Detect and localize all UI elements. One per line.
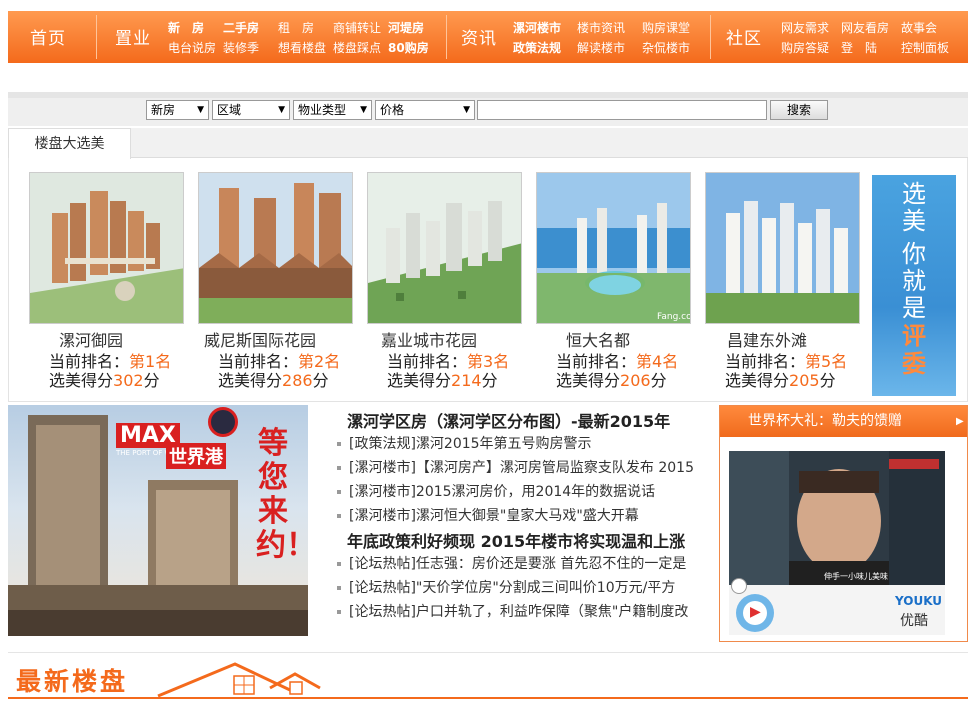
section-divider bbox=[8, 652, 968, 653]
nav-link-visit[interactable]: 楼盘踩点 bbox=[333, 39, 381, 56]
nav-link-new-house[interactable]: 新 房 bbox=[168, 19, 204, 36]
caret-right-icon[interactable]: ▶ bbox=[956, 416, 964, 427]
latest-underline bbox=[8, 697, 968, 699]
nav-link-login[interactable]: 登 陆 bbox=[841, 39, 877, 56]
video-title[interactable]: 世界杯大礼：勒夫的馈赠 bbox=[720, 406, 967, 437]
nav-link-policy[interactable]: 政策法规 bbox=[513, 39, 561, 56]
chevron-down-icon: ▼ bbox=[360, 105, 367, 115]
building-rank-2: 当前排名：第2名 选美得分286分 bbox=[218, 352, 341, 390]
nav-link-class[interactable]: 购房课堂 bbox=[642, 19, 690, 36]
news-item[interactable]: [论坛热帖]任志强：房价还是要涨 首先忍不住的一定是 bbox=[337, 553, 686, 573]
nav-link-radio[interactable]: 电台说房 bbox=[168, 39, 216, 56]
nav-link-analysis[interactable]: 解读楼市 bbox=[577, 39, 625, 56]
house-decoration-icon bbox=[157, 662, 321, 698]
building-rank-1: 当前排名：第1名 选美得分302分 bbox=[49, 352, 172, 390]
globe-icon bbox=[208, 407, 238, 437]
nav-divider bbox=[710, 15, 711, 59]
play-icon: ▶ bbox=[750, 604, 761, 620]
promo-tagline: 等您来约！ bbox=[256, 426, 308, 563]
video-subtitle: 伸手一小味儿美味 bbox=[824, 572, 888, 581]
news-headline-1[interactable]: 漯河学区房（漯河学区分布图）-最新2015年 bbox=[347, 408, 670, 432]
search-input[interactable] bbox=[477, 100, 767, 120]
nav-link-qa[interactable]: 购房答疑 bbox=[781, 39, 829, 56]
building-image-3[interactable] bbox=[367, 172, 522, 324]
video-player[interactable]: 伸手一小味儿美味 bbox=[729, 451, 945, 591]
latest-properties-title: 最新楼盘 bbox=[16, 667, 129, 696]
nav-link-needs[interactable]: 网友需求 bbox=[781, 19, 829, 36]
nav-divider bbox=[96, 15, 97, 59]
news-item[interactable]: [漯河楼市]2015漯河房价，用2014年的数据说话 bbox=[337, 481, 655, 501]
nav-link-rent[interactable]: 租 房 bbox=[278, 19, 314, 36]
news-headline-2[interactable]: 年底政策利好频现 2015年楼市将实现温和上涨 bbox=[347, 528, 685, 552]
news-item[interactable]: [政策法规]漯河2015年第五号购房警示 bbox=[337, 433, 592, 453]
building-image-4[interactable]: Fang.com bbox=[536, 172, 691, 324]
bullet-icon bbox=[337, 514, 341, 518]
promo-brand-cn: 世界港 bbox=[166, 443, 226, 469]
youku-logo: YOUKU bbox=[895, 594, 943, 608]
bullet-icon bbox=[337, 562, 341, 566]
news-item[interactable]: [论坛热帖]户口并轨了，利益咋保障（聚焦"户籍制度改 bbox=[337, 601, 688, 621]
building-rank-5: 当前排名：第5名 选美得分205分 bbox=[725, 352, 848, 390]
building-name-3[interactable]: 嘉业城市花园 bbox=[381, 327, 477, 351]
building-name-5[interactable]: 昌建东外滩 bbox=[727, 327, 807, 351]
nav-link-luohe-market[interactable]: 漯河楼市 bbox=[513, 19, 561, 36]
progress-handle[interactable] bbox=[731, 578, 747, 594]
bullet-icon bbox=[337, 490, 341, 494]
building-rank-3: 当前排名：第3名 选美得分214分 bbox=[387, 352, 510, 390]
nav-property[interactable]: 置业 bbox=[115, 24, 151, 49]
bullet-icon bbox=[337, 466, 341, 470]
nav-home[interactable]: 首页 bbox=[30, 24, 66, 49]
nav-link-second-hand[interactable]: 二手房 bbox=[223, 19, 259, 36]
nav-link-want-see[interactable]: 想看楼盘 bbox=[278, 39, 326, 56]
nav-link-stories[interactable]: 故事会 bbox=[901, 19, 937, 36]
chevron-down-icon: ▼ bbox=[463, 105, 470, 115]
nav-link-shop[interactable]: 商铺转让 bbox=[333, 19, 381, 36]
watermark-text: Fang.com bbox=[657, 312, 691, 322]
building-image-1[interactable] bbox=[29, 172, 184, 324]
bullet-icon bbox=[337, 610, 341, 614]
bullet-icon bbox=[337, 586, 341, 590]
type-select[interactable]: 新房 ▼ bbox=[146, 100, 209, 120]
chevron-down-icon: ▼ bbox=[197, 105, 204, 115]
nav-community[interactable]: 社区 bbox=[726, 24, 762, 49]
nav-link-riverbank[interactable]: 河堤房 bbox=[388, 19, 424, 36]
nav-link-control[interactable]: 控制面板 bbox=[901, 39, 949, 56]
news-item[interactable]: [论坛热帖]"天价学位房"分割成三间叫价10万元/平方 bbox=[337, 577, 675, 597]
area-select[interactable]: 区域 ▼ bbox=[212, 100, 290, 120]
chevron-down-icon: ▼ bbox=[278, 105, 285, 115]
nav-link-viewing[interactable]: 网友看房 bbox=[841, 19, 889, 36]
building-name-1[interactable]: 漯河御园 bbox=[59, 327, 123, 351]
vote-banner[interactable]: 选 美 你 就 是 评 委 bbox=[872, 175, 956, 396]
news-item[interactable]: [漯河楼市]【漯河房产】漯河房管局监察支队发布 2015 bbox=[337, 457, 694, 477]
nav-divider bbox=[446, 15, 447, 59]
property-type-select[interactable]: 物业类型 ▼ bbox=[293, 100, 372, 120]
nav-link-80[interactable]: 80购房 bbox=[388, 39, 429, 56]
building-rank-4: 当前排名：第4名 选美得分206分 bbox=[556, 352, 679, 390]
building-image-5[interactable] bbox=[705, 172, 860, 324]
price-select[interactable]: 价格 ▼ bbox=[375, 100, 475, 120]
tab-beauty-contest[interactable]: 楼盘大选美 bbox=[8, 128, 131, 159]
youku-logo-cn: 优酷 bbox=[900, 613, 928, 629]
building-name-4[interactable]: 恒大名都 bbox=[566, 327, 630, 351]
nav-news[interactable]: 资讯 bbox=[461, 24, 497, 49]
bullet-icon bbox=[337, 442, 341, 446]
selection-tab-bar bbox=[8, 128, 968, 158]
search-button[interactable]: 搜索 bbox=[770, 100, 828, 120]
top-nav: 首页 置业 新 房 二手房 电台说房 装修季 租 房 商铺转让 河堤房 想看楼盘… bbox=[8, 11, 968, 63]
nav-link-decoration[interactable]: 装修季 bbox=[223, 39, 259, 56]
building-image-2[interactable] bbox=[198, 172, 353, 324]
nav-link-market-news[interactable]: 楼市资讯 bbox=[577, 19, 625, 36]
nav-link-talk[interactable]: 杂侃楼市 bbox=[642, 39, 690, 56]
news-item[interactable]: [漯河楼市]漯河恒大御景"皇家大马戏"盛大开幕 bbox=[337, 505, 639, 525]
building-name-2[interactable]: 威尼斯国际花园 bbox=[204, 327, 316, 351]
promo-banner[interactable]: MAX THE PORT OF WORLD 世界港 等您来约！ bbox=[8, 405, 308, 636]
